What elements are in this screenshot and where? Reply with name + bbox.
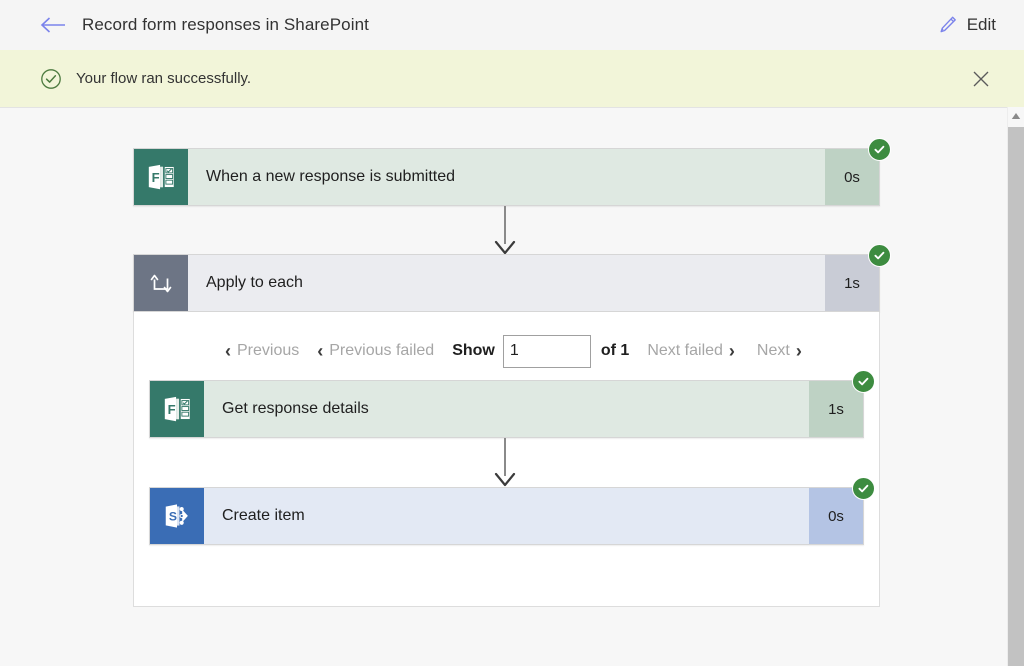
chevron-right-icon: ›: [795, 341, 802, 361]
loop-icon: [134, 255, 188, 311]
chevron-left-icon: ‹: [225, 341, 231, 361]
status-badge: [868, 244, 891, 267]
previous-button-label: Previous: [237, 342, 300, 359]
flow-card-label: Apply to each: [188, 255, 825, 311]
flow-canvas: F When a new response is submitted 0s Ap…: [0, 107, 1008, 666]
chevron-right-icon: ›: [728, 341, 735, 361]
close-icon[interactable]: [968, 66, 994, 92]
microsoft-forms-icon: F: [134, 149, 188, 205]
sharepoint-icon: S: [150, 488, 204, 544]
status-banner-message: Your flow ran successfully.: [76, 70, 252, 87]
status-badge: [852, 370, 875, 393]
edit-button[interactable]: Edit: [932, 8, 1002, 42]
flow-card-apply-to-each[interactable]: Apply to each 1s: [133, 244, 891, 312]
chevron-left-icon: ‹: [317, 341, 324, 361]
status-badge: [852, 477, 875, 500]
vertical-scrollbar[interactable]: [1007, 107, 1024, 666]
previous-failed-button[interactable]: ‹ Previous failed: [315, 340, 436, 362]
caret-up-icon: [1011, 112, 1021, 119]
previous-button[interactable]: ‹ Previous: [223, 340, 301, 362]
previous-failed-button-label: Previous failed: [329, 342, 435, 359]
edit-button-label: Edit: [966, 15, 996, 34]
pencil-icon: [940, 16, 956, 33]
flow-card-create-item[interactable]: S Create item 0s: [149, 477, 875, 545]
svg-text:F: F: [168, 402, 176, 417]
check-circle-icon: [40, 68, 62, 90]
svg-text:S: S: [169, 510, 177, 524]
show-label: Show: [452, 342, 495, 359]
scroll-up-button[interactable]: [1008, 107, 1024, 124]
connector-arrow: [494, 438, 516, 487]
iteration-input[interactable]: [502, 334, 591, 368]
status-badge: [868, 138, 891, 161]
flow-run-page: Record form responses in SharePoint Edit…: [0, 0, 1024, 666]
flow-card-label: Create item: [204, 488, 809, 544]
page-header: Record form responses in SharePoint Edit: [0, 0, 1024, 50]
scrollbar-thumb[interactable]: [1008, 127, 1024, 666]
page-title: Record form responses in SharePoint: [82, 15, 369, 34]
svg-text:F: F: [152, 170, 160, 185]
next-button-label: Next: [756, 342, 790, 359]
next-failed-button[interactable]: Next failed ›: [645, 340, 737, 362]
flow-card-trigger[interactable]: F When a new response is submitted 0s: [133, 138, 891, 206]
connector-arrow: [494, 206, 516, 255]
next-failed-button-label: Next failed: [647, 342, 723, 359]
next-button[interactable]: Next ›: [755, 340, 804, 362]
flow-card-label: Get response details: [204, 381, 809, 437]
flow-card-label: When a new response is submitted: [188, 149, 825, 205]
arrow-left-icon: [40, 17, 65, 33]
iteration-pager: ‹ Previous ‹ Previous failed Show of 1 N…: [223, 331, 843, 371]
microsoft-forms-icon: F: [150, 381, 204, 437]
of-total-label: of 1: [600, 342, 630, 359]
back-button[interactable]: [30, 5, 76, 45]
status-banner: Your flow ran successfully.: [0, 50, 1024, 107]
flow-card-get-response-details[interactable]: F Get response details 1s: [149, 370, 875, 438]
